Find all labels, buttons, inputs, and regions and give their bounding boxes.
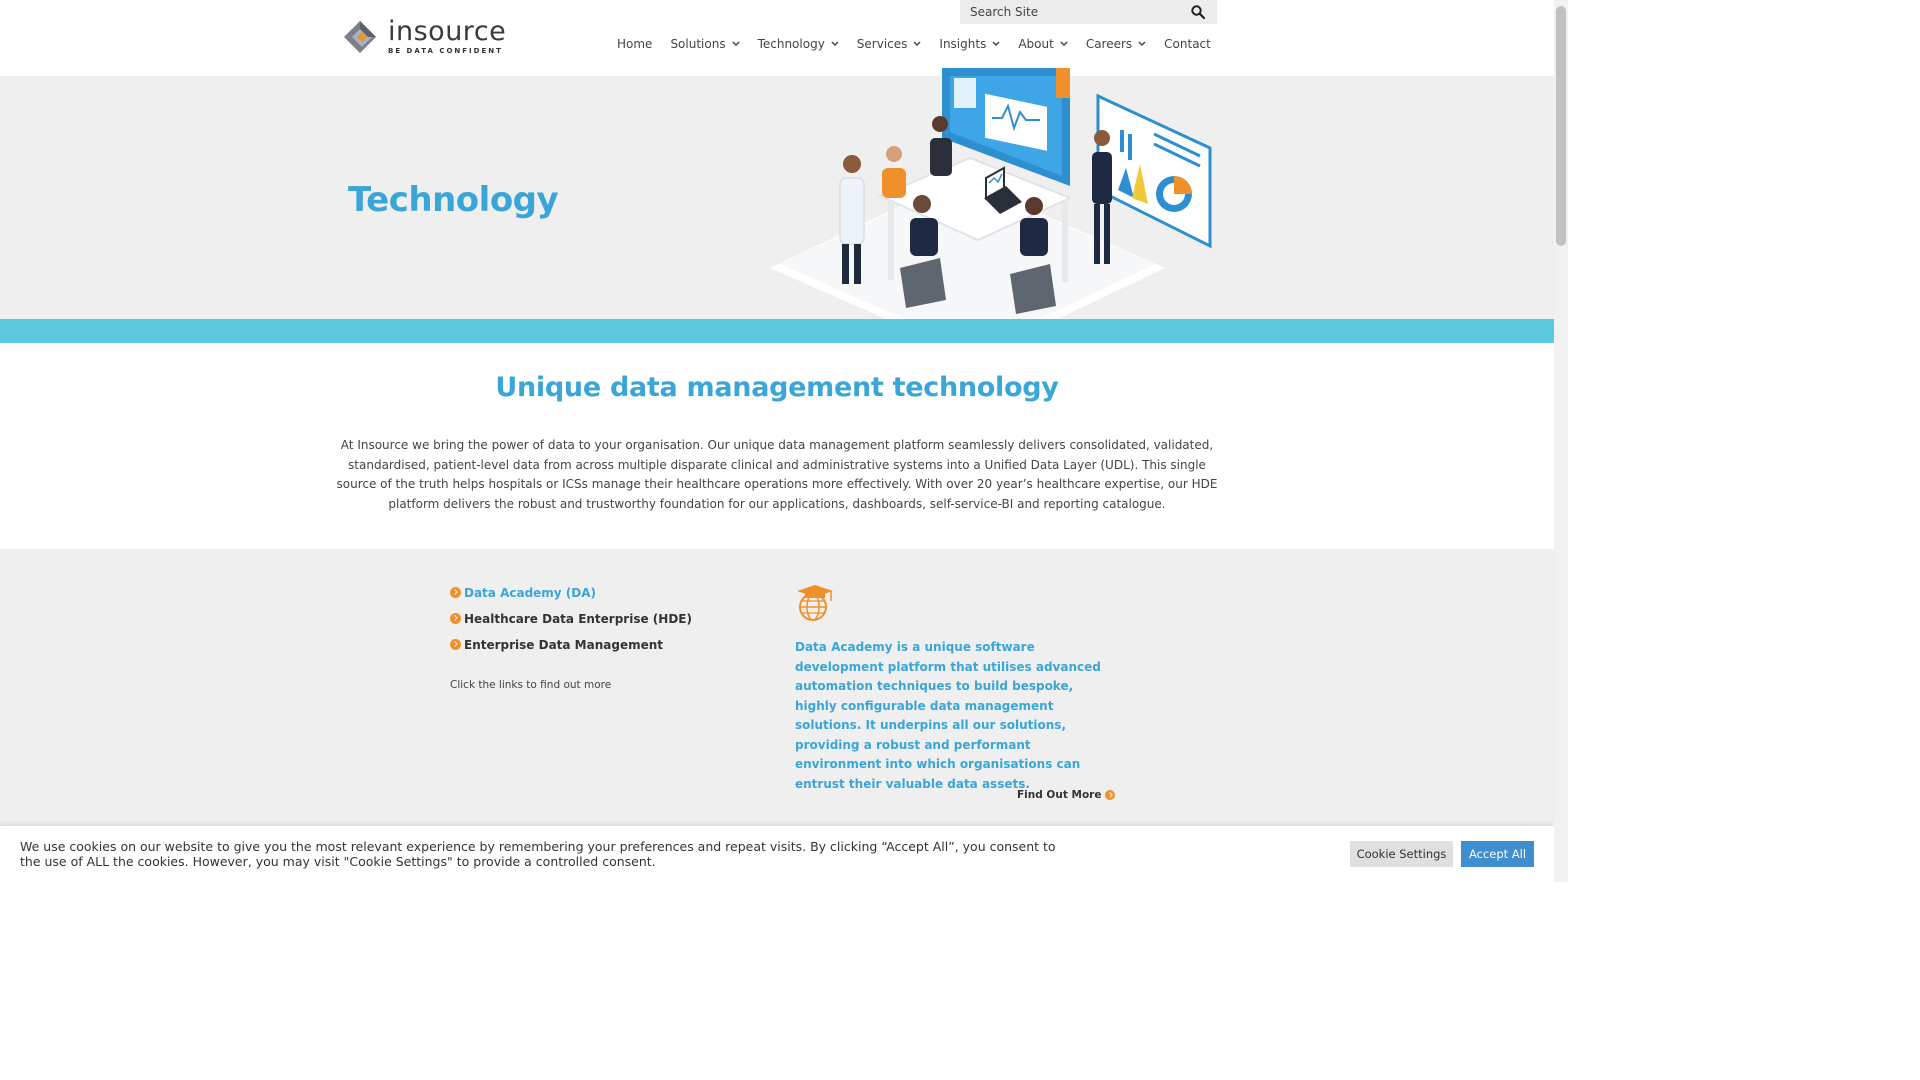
chevron-circle-icon [450, 613, 461, 624]
link-healthcare-data-enterprise[interactable]: Healthcare Data Enterprise (HDE) [450, 611, 692, 626]
nav-home[interactable]: Home [617, 37, 652, 51]
nav-label: Contact [1164, 37, 1211, 51]
logo-wordmark: insource [388, 16, 507, 47]
nav-about[interactable]: About [1018, 37, 1068, 51]
page-title: Technology [348, 180, 559, 220]
nav-services[interactable]: Services [857, 37, 922, 51]
chevron-down-icon [913, 41, 921, 47]
logo-diamond-icon [340, 17, 384, 57]
links-hint: Click the links to find out more [450, 679, 612, 691]
chevron-down-icon [831, 41, 839, 47]
nav-label: Solutions [670, 37, 726, 51]
nav-label: Careers [1085, 37, 1133, 51]
link-enterprise-data-management[interactable]: Enterprise Data Management [450, 637, 692, 652]
search-input[interactable] [970, 5, 1180, 19]
logo-tagline: BE DATA CONFIDENT [388, 47, 503, 55]
nav-contact[interactable]: Contact [1164, 37, 1211, 51]
graduation-globe-icon [797, 585, 833, 621]
page-scrollbar[interactable] [1554, 0, 1568, 882]
site-search [960, 0, 1217, 24]
insource-logo[interactable]: insource BE DATA CONFIDENT [340, 17, 506, 57]
find-out-more-link[interactable]: Find Out More [1017, 789, 1116, 801]
link-data-academy[interactable]: Data Academy (DA) [450, 585, 692, 600]
chevron-circle-icon [450, 587, 461, 598]
link-label: Healthcare Data Enterprise (HDE) [464, 611, 692, 626]
page: insource BE DATA CONFIDENT Home Solution… [0, 0, 1554, 882]
nav-technology[interactable]: Technology [758, 37, 839, 51]
link-label: Enterprise Data Management [464, 637, 664, 652]
hero-banner: Technology [0, 68, 1554, 320]
accent-band [0, 319, 1554, 343]
scrollbar-thumb[interactable] [1556, 6, 1566, 246]
nav-insights[interactable]: Insights [939, 37, 1000, 51]
site-header: insource BE DATA CONFIDENT Home Solution… [0, 0, 1554, 70]
nav-label: Technology [757, 37, 825, 51]
nav-label: Services [856, 37, 908, 51]
nav-label: Home [617, 37, 653, 51]
find-out-more-label: Find Out More [1017, 789, 1102, 801]
cookie-banner: We use cookies on our website to give yo… [0, 826, 1554, 882]
chevron-down-icon [732, 41, 740, 47]
accept-all-button[interactable]: Accept All [1461, 841, 1534, 867]
technology-links: Data Academy (DA) Healthcare Data Enterp… [450, 585, 692, 663]
nav-solutions[interactable]: Solutions [670, 37, 740, 51]
chevron-circle-icon [450, 639, 461, 650]
nav-label: Insights [939, 37, 987, 51]
nav-careers[interactable]: Careers [1086, 37, 1146, 51]
chevron-down-icon [992, 41, 1000, 47]
cookie-message: We use cookies on our website to give yo… [20, 839, 1056, 869]
cookie-settings-button[interactable]: Cookie Settings [1350, 841, 1453, 867]
technology-description: Data Academy is a unique software develo… [795, 640, 1101, 791]
chevron-down-icon [1060, 41, 1068, 47]
search-icon[interactable] [1191, 4, 1207, 20]
meeting-illustration [770, 68, 1212, 320]
chevron-circle-icon [1105, 790, 1116, 800]
chevron-down-icon [1138, 41, 1146, 47]
main-nav: Home Solutions Technology Services Insig… [617, 37, 1211, 51]
link-label: Data Academy (DA) [464, 585, 597, 600]
intro-paragraph: At Insource we bring the power of data t… [336, 438, 1218, 511]
nav-label: About [1018, 37, 1054, 51]
intro-heading: Unique data management technology [495, 372, 1059, 403]
